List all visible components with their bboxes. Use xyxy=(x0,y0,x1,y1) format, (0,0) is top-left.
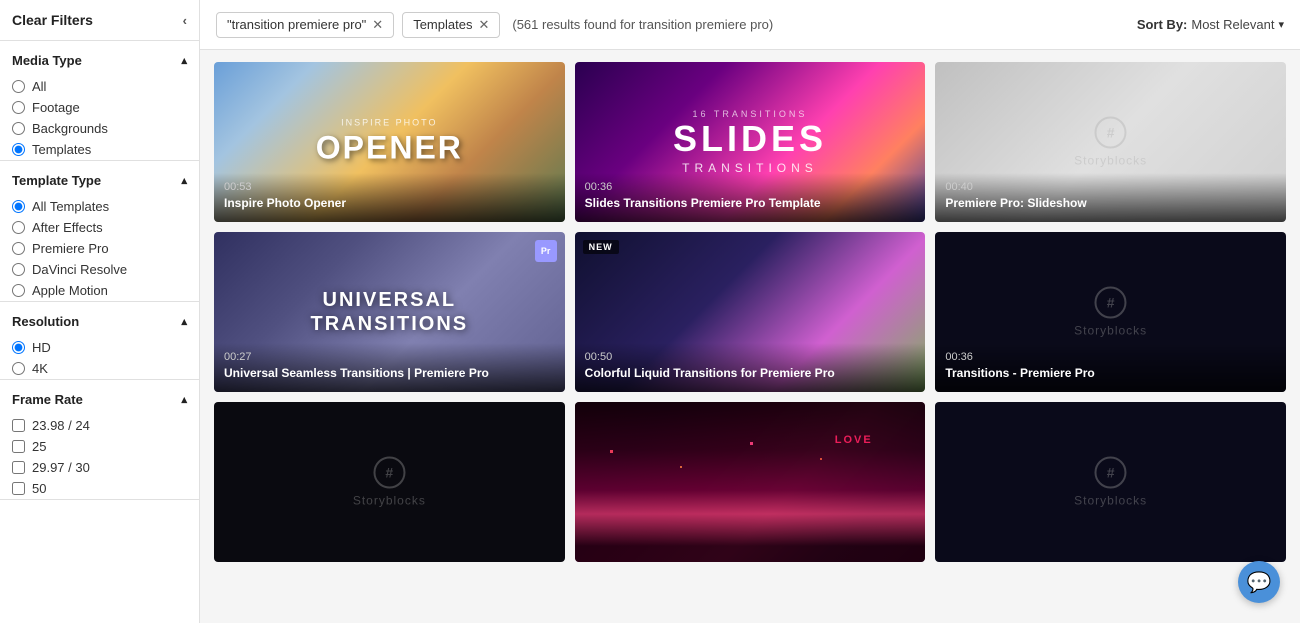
media-type-backgrounds[interactable]: Backgrounds xyxy=(0,118,199,139)
frame-rate-header[interactable]: Frame Rate ▴ xyxy=(0,380,199,415)
sort-by-container: Sort By: Most Relevant ▾ xyxy=(1137,17,1284,32)
card-city-lights[interactable]: LOVE xyxy=(575,402,926,562)
card-placeholder-1[interactable]: # Storyblocks xyxy=(214,402,565,562)
results-count: (561 results found for transition premie… xyxy=(512,17,773,32)
storyblocks-text: Storyblocks xyxy=(1074,154,1147,168)
card-overlay: 00:53 Inspire Photo Opener xyxy=(214,173,565,222)
card-center-universal: UNIVERSALTRANSITIONS xyxy=(311,288,469,336)
card-time: 00:36 xyxy=(585,181,916,193)
card-slides-transitions[interactable]: 16 TRANSITIONS SLIDES TRANSITIONS 00:36 … xyxy=(575,62,926,222)
card-time: 00:27 xyxy=(224,351,555,363)
resolution-section: Resolution ▴ HD 4K xyxy=(0,302,199,380)
media-type-all[interactable]: All xyxy=(0,76,199,97)
resolution-label: Resolution xyxy=(12,314,79,329)
storyblocks-icon: # xyxy=(1095,457,1127,489)
template-type-header[interactable]: Template Type ▴ xyxy=(0,161,199,196)
template-type-apple-motion[interactable]: Apple Motion xyxy=(0,280,199,301)
card-title: Colorful Liquid Transitions for Premiere… xyxy=(585,366,916,382)
sidebar: Clear Filters ‹ Media Type ▴ All Footage… xyxy=(0,0,200,623)
card-overlay: 00:50 Colorful Liquid Transitions for Pr… xyxy=(575,343,926,392)
media-type-section: Media Type ▴ All Footage Backgrounds Tem… xyxy=(0,41,199,161)
media-type-footage[interactable]: Footage xyxy=(0,97,199,118)
card-premiere-slideshow[interactable]: # Storyblocks 00:40 Premiere Pro: Slides… xyxy=(935,62,1286,222)
card-time: 00:53 xyxy=(224,181,555,193)
card-time: 00:50 xyxy=(585,351,916,363)
storyblocks-logo: # Storyblocks xyxy=(353,457,426,508)
results-grid: Inspire Photo OPENER 00:53 Inspire Photo… xyxy=(200,50,1300,623)
storyblocks-logo: # Storyblocks xyxy=(1074,287,1147,338)
template-type-premiere-pro[interactable]: Premiere Pro xyxy=(0,238,199,259)
clear-filters-label: Clear Filters xyxy=(12,12,93,28)
template-type-section: Template Type ▴ All Templates After Effe… xyxy=(0,161,199,302)
storyblocks-text: Storyblocks xyxy=(1074,494,1147,508)
templates-filter-tag[interactable]: Templates ✕ xyxy=(402,12,500,38)
storyblocks-text: Storyblocks xyxy=(1074,324,1147,338)
card-title: Transitions - Premiere Pro xyxy=(945,366,1276,382)
template-type-after-effects[interactable]: After Effects xyxy=(0,217,199,238)
resolution-chevron: ▴ xyxy=(181,315,187,328)
storyblocks-logo: # Storyblocks xyxy=(1074,117,1147,168)
card-title: Inspire Photo Opener xyxy=(224,196,555,212)
frame-rate-options: 23.98 / 24 25 29.97 / 30 50 xyxy=(0,415,199,499)
storyblocks-logo: # Storyblocks xyxy=(1074,457,1147,508)
clear-filters-button[interactable]: Clear Filters ‹ xyxy=(0,0,199,41)
card-overlay: 00:40 Premiere Pro: Slideshow xyxy=(935,173,1286,222)
resolution-options: HD 4K xyxy=(0,337,199,379)
frame-rate-29[interactable]: 29.97 / 30 xyxy=(0,457,199,478)
frame-rate-section: Frame Rate ▴ 23.98 / 24 25 29.97 / 30 50 xyxy=(0,380,199,500)
storyblocks-icon: # xyxy=(373,457,405,489)
frame-rate-label: Frame Rate xyxy=(12,392,83,407)
card-colorful-liquid[interactable]: NEW 00:50 Colorful Liquid Transitions fo… xyxy=(575,232,926,392)
resolution-4k[interactable]: 4K xyxy=(0,358,199,379)
card-time: 00:40 xyxy=(945,181,1276,193)
media-type-chevron: ▴ xyxy=(181,54,187,67)
card-overlay: 00:36 Slides Transitions Premiere Pro Te… xyxy=(575,173,926,222)
sort-by-value[interactable]: Most Relevant xyxy=(1191,17,1274,32)
media-type-templates[interactable]: Templates xyxy=(0,139,199,160)
chat-button[interactable]: 💬 xyxy=(1238,561,1280,603)
card-center-slides: 16 TRANSITIONS SLIDES TRANSITIONS xyxy=(673,109,827,175)
resolution-header[interactable]: Resolution ▴ xyxy=(0,302,199,337)
storyblocks-text: Storyblocks xyxy=(353,494,426,508)
media-type-header[interactable]: Media Type ▴ xyxy=(0,41,199,76)
topbar: "transition premiere pro" ✕ Templates ✕ … xyxy=(200,0,1300,50)
card-overlay: 00:27 Universal Seamless Transitions | P… xyxy=(214,343,565,392)
template-type-chevron: ▴ xyxy=(181,174,187,187)
premiere-pro-badge: Pr xyxy=(535,240,557,262)
template-type-all[interactable]: All Templates xyxy=(0,196,199,217)
card-time: 00:36 xyxy=(945,351,1276,363)
template-type-label: Template Type xyxy=(12,173,101,188)
sort-by-label: Sort By: xyxy=(1137,17,1188,32)
sidebar-collapse-icon[interactable]: ‹ xyxy=(183,13,187,28)
card-title: Premiere Pro: Slideshow xyxy=(945,196,1276,212)
resolution-hd[interactable]: HD xyxy=(0,337,199,358)
storyblocks-icon: # xyxy=(1095,287,1127,319)
templates-tag-close[interactable]: ✕ xyxy=(478,17,489,33)
card-transitions-pp[interactable]: # Storyblocks 00:36 Transitions - Premie… xyxy=(935,232,1286,392)
query-filter-tag[interactable]: "transition premiere pro" ✕ xyxy=(216,12,394,38)
template-type-options: All Templates After Effects Premiere Pro… xyxy=(0,196,199,301)
frame-rate-25[interactable]: 25 xyxy=(0,436,199,457)
sort-chevron-icon[interactable]: ▾ xyxy=(1278,18,1284,31)
chat-icon: 💬 xyxy=(1247,570,1272,595)
card-center-content: Inspire Photo OPENER xyxy=(316,118,463,167)
card-universal-transitions[interactable]: Pr UNIVERSALTRANSITIONS 00:27 Universal … xyxy=(214,232,565,392)
main-content: "transition premiere pro" ✕ Templates ✕ … xyxy=(200,0,1300,623)
frame-rate-23[interactable]: 23.98 / 24 xyxy=(0,415,199,436)
card-title: Slides Transitions Premiere Pro Template xyxy=(585,196,916,212)
frame-rate-50[interactable]: 50 xyxy=(0,478,199,499)
card-inspire-photo-opener[interactable]: Inspire Photo OPENER 00:53 Inspire Photo… xyxy=(214,62,565,222)
storyblocks-icon: # xyxy=(1095,117,1127,149)
card-placeholder-2[interactable]: # Storyblocks xyxy=(935,402,1286,562)
template-type-davinci[interactable]: DaVinci Resolve xyxy=(0,259,199,280)
templates-tag-label: Templates xyxy=(413,17,472,32)
card-overlay: 00:36 Transitions - Premiere Pro xyxy=(935,343,1286,392)
query-tag-close[interactable]: ✕ xyxy=(372,17,383,33)
media-type-label: Media Type xyxy=(12,53,82,68)
query-tag-label: "transition premiere pro" xyxy=(227,17,366,32)
frame-rate-chevron: ▴ xyxy=(181,393,187,406)
new-badge: NEW xyxy=(583,240,619,254)
card-title: Universal Seamless Transitions | Premier… xyxy=(224,366,555,382)
media-type-options: All Footage Backgrounds Templates xyxy=(0,76,199,160)
